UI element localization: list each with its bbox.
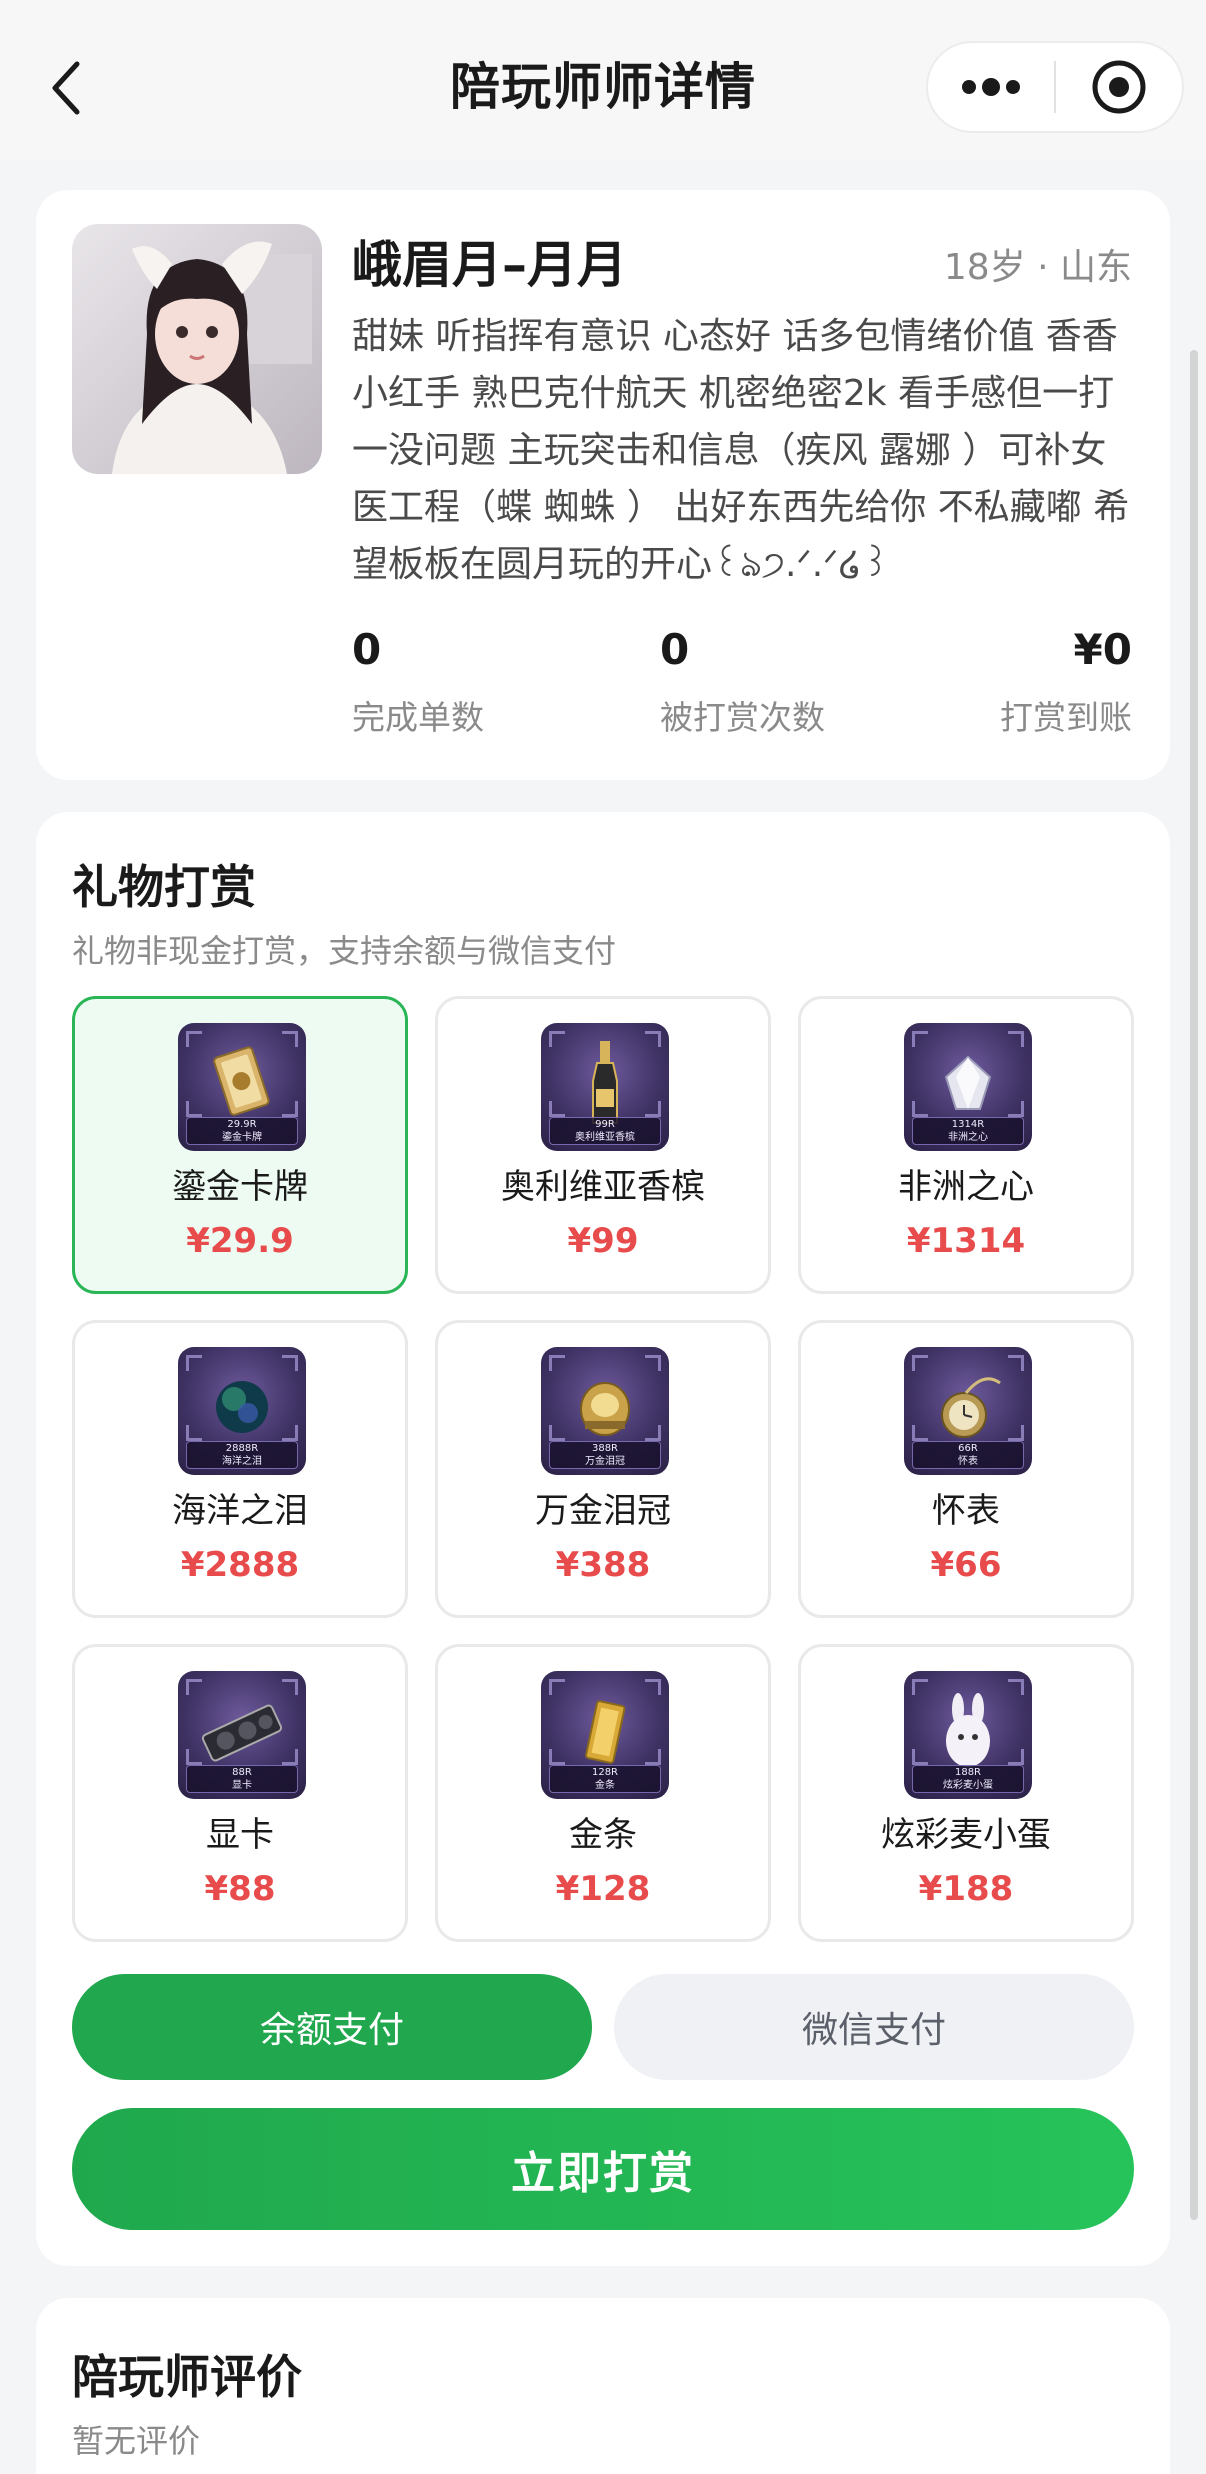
stat-label: 被打赏次数 (660, 698, 825, 737)
gift-tag-name: 海洋之泪 (222, 1456, 262, 1467)
gift-thumbnail: 88R 显卡 (178, 1671, 306, 1799)
gift-name: 怀表 (932, 1491, 1000, 1531)
gift-tag-name: 非洲之心 (948, 1132, 988, 1143)
gift-item-gold-bar[interactable]: 128R 金条 金条 ¥128 (435, 1644, 771, 1942)
gift-section-subtitle: 礼物非现金打赏，支持余额与微信支付 (72, 932, 617, 970)
close-mini-program-button[interactable] (1056, 43, 1182, 131)
player-age-location: 18岁 · 山东 (943, 247, 1132, 288)
avatar-image (72, 224, 322, 474)
gift-thumbnail: 29.9R 鎏金卡牌 (178, 1023, 306, 1151)
gift-price: ¥128 (555, 1869, 651, 1909)
gift-tag-price: 388R (591, 1443, 619, 1454)
gift-section-title: 礼物打赏 (72, 860, 256, 914)
gift-grid: 29.9R 鎏金卡牌 鎏金卡牌 ¥29.9 99R 奥利维亚香槟 奥利维亚香槟 … (72, 996, 1134, 1942)
reward-now-button[interactable]: 立即打赏 (72, 2108, 1134, 2230)
gift-name: 万金泪冠 (535, 1491, 671, 1531)
page: 陪玩师师详情 峨眉月–月月 18岁 · 山东 甜妹 听指挥有意识 心态好 话多包… (0, 0, 1206, 2474)
gift-item-pocket-watch[interactable]: 66R 怀表 怀表 ¥66 (798, 1320, 1134, 1618)
scrollbar[interactable] (1190, 350, 1198, 2220)
gift-tag: 88R 显卡 (186, 1765, 298, 1793)
gift-tag-name: 鎏金卡牌 (222, 1132, 262, 1143)
gift-tag: 99R 奥利维亚香槟 (549, 1117, 661, 1145)
gift-price: ¥1314 (906, 1221, 1026, 1261)
gift-thumbnail: 188R 炫彩麦小蛋 (904, 1671, 1032, 1799)
gift-name: 奥利维亚香槟 (501, 1167, 705, 1207)
reviews-card: 陪玩师评价 暂无评价 (36, 2298, 1170, 2474)
gift-tag-price: 128R (591, 1767, 619, 1778)
gift-item-graphics-card[interactable]: 88R 显卡 显卡 ¥88 (72, 1644, 408, 1942)
stat-value: 0 (660, 625, 690, 674)
gift-tag-name: 奥利维亚香槟 (575, 1132, 635, 1143)
gift-thumbnail: 66R 怀表 (904, 1347, 1032, 1475)
gift-price: ¥29.9 (186, 1221, 294, 1261)
pay-with-wechat-button[interactable]: 微信支付 (614, 1974, 1134, 2080)
gift-price: ¥2888 (180, 1545, 300, 1585)
gift-price: ¥66 (930, 1545, 1002, 1585)
gift-tag-price: 2888R (225, 1443, 259, 1454)
gift-thumbnail: 128R 金条 (541, 1671, 669, 1799)
pay-with-balance-button[interactable]: 余额支付 (72, 1974, 592, 2080)
gift-reward-card: 礼物打赏 礼物非现金打赏，支持余额与微信支付 29.9R 鎏金卡牌 鎏金卡牌 ¥… (36, 812, 1170, 2266)
player-bio: 甜妹 听指挥有意识 心态好 话多包情绪价值 香香小红手 熟巴克什航天 机密绝密2… (352, 316, 1130, 585)
gift-tag: 2888R 海洋之泪 (186, 1441, 298, 1469)
gift-thumbnail: 388R 万金泪冠 (541, 1347, 669, 1475)
gift-item-heart-of-africa[interactable]: 1314R 非洲之心 非洲之心 ¥1314 (798, 996, 1134, 1294)
gift-name: 鎏金卡牌 (172, 1167, 308, 1207)
nav-bar: 陪玩师师详情 (0, 0, 1206, 160)
gift-tag-price: 66R (958, 1443, 978, 1454)
stat-times-rewarded: 0 被打赏次数 (660, 620, 825, 742)
gift-item-tear-of-ocean[interactable]: 2888R 海洋之泪 海洋之泪 ¥2888 (72, 1320, 408, 1618)
gift-tag-price: 99R (595, 1119, 615, 1130)
gift-tag-name: 显卡 (232, 1780, 252, 1791)
gift-tag: 29.9R 鎏金卡牌 (186, 1117, 298, 1145)
reviews-empty-text: 暂无评价 (72, 2422, 201, 2460)
more-button[interactable] (928, 43, 1054, 131)
gift-tag-price: 1314R (951, 1119, 985, 1130)
gift-thumbnail: 1314R 非洲之心 (904, 1023, 1032, 1151)
gift-price: ¥188 (918, 1869, 1014, 1909)
payment-method-selector: 余额支付 微信支付 (72, 1974, 1134, 2080)
gift-item-bunny-egg[interactable]: 188R 炫彩麦小蛋 炫彩麦小蛋 ¥188 (798, 1644, 1134, 1942)
gift-tag: 188R 炫彩麦小蛋 (912, 1765, 1024, 1793)
gift-tag-price: 188R (954, 1767, 982, 1778)
gift-tag-name: 金条 (595, 1780, 615, 1791)
player-name: 峨眉月–月月 (352, 236, 627, 294)
gift-price: ¥99 (567, 1221, 639, 1261)
target-close-icon (1092, 60, 1146, 114)
more-dots-icon (962, 78, 1020, 96)
reviews-title: 陪玩师评价 (72, 2350, 302, 2404)
gift-tag-price: 88R (232, 1767, 252, 1778)
gift-name: 非洲之心 (898, 1167, 1034, 1207)
gift-thumbnail: 2888R 海洋之泪 (178, 1347, 306, 1475)
gift-name: 炫彩麦小蛋 (881, 1815, 1051, 1855)
gift-price: ¥88 (204, 1869, 276, 1909)
gift-name: 显卡 (206, 1815, 274, 1855)
gift-item-crown[interactable]: 388R 万金泪冠 万金泪冠 ¥388 (435, 1320, 771, 1618)
gift-name: 海洋之泪 (172, 1491, 308, 1531)
gift-price: ¥388 (555, 1545, 651, 1585)
gift-tag: 128R 金条 (549, 1765, 661, 1793)
gift-tag-name: 怀表 (958, 1456, 978, 1467)
profile-card: 峨眉月–月月 18岁 · 山东 甜妹 听指挥有意识 心态好 话多包情绪价值 香香… (36, 190, 1170, 780)
stat-reward-received: ¥0 打赏到账 (1000, 620, 1132, 742)
gift-thumbnail: 99R 奥利维亚香槟 (541, 1023, 669, 1151)
avatar[interactable] (72, 224, 322, 474)
gift-tag-name: 万金泪冠 (585, 1456, 625, 1467)
gift-tag: 1314R 非洲之心 (912, 1117, 1024, 1145)
stat-value: 0 (352, 625, 382, 674)
stat-label: 打赏到账 (1000, 698, 1132, 737)
gift-item-champagne[interactable]: 99R 奥利维亚香槟 奥利维亚香槟 ¥99 (435, 996, 771, 1294)
stat-label: 完成单数 (352, 698, 484, 737)
gift-name: 金条 (569, 1815, 637, 1855)
stat-value: ¥0 (1073, 625, 1132, 674)
gift-tag-name: 炫彩麦小蛋 (943, 1780, 993, 1791)
gift-tag-price: 29.9R (227, 1119, 257, 1130)
gift-tag: 388R 万金泪冠 (549, 1441, 661, 1469)
gift-tag: 66R 怀表 (912, 1441, 1024, 1469)
gift-item-gold-card[interactable]: 29.9R 鎏金卡牌 鎏金卡牌 ¥29.9 (72, 996, 408, 1294)
stat-completed-orders: 0 完成单数 (352, 620, 484, 742)
mini-program-capsule (926, 41, 1184, 133)
